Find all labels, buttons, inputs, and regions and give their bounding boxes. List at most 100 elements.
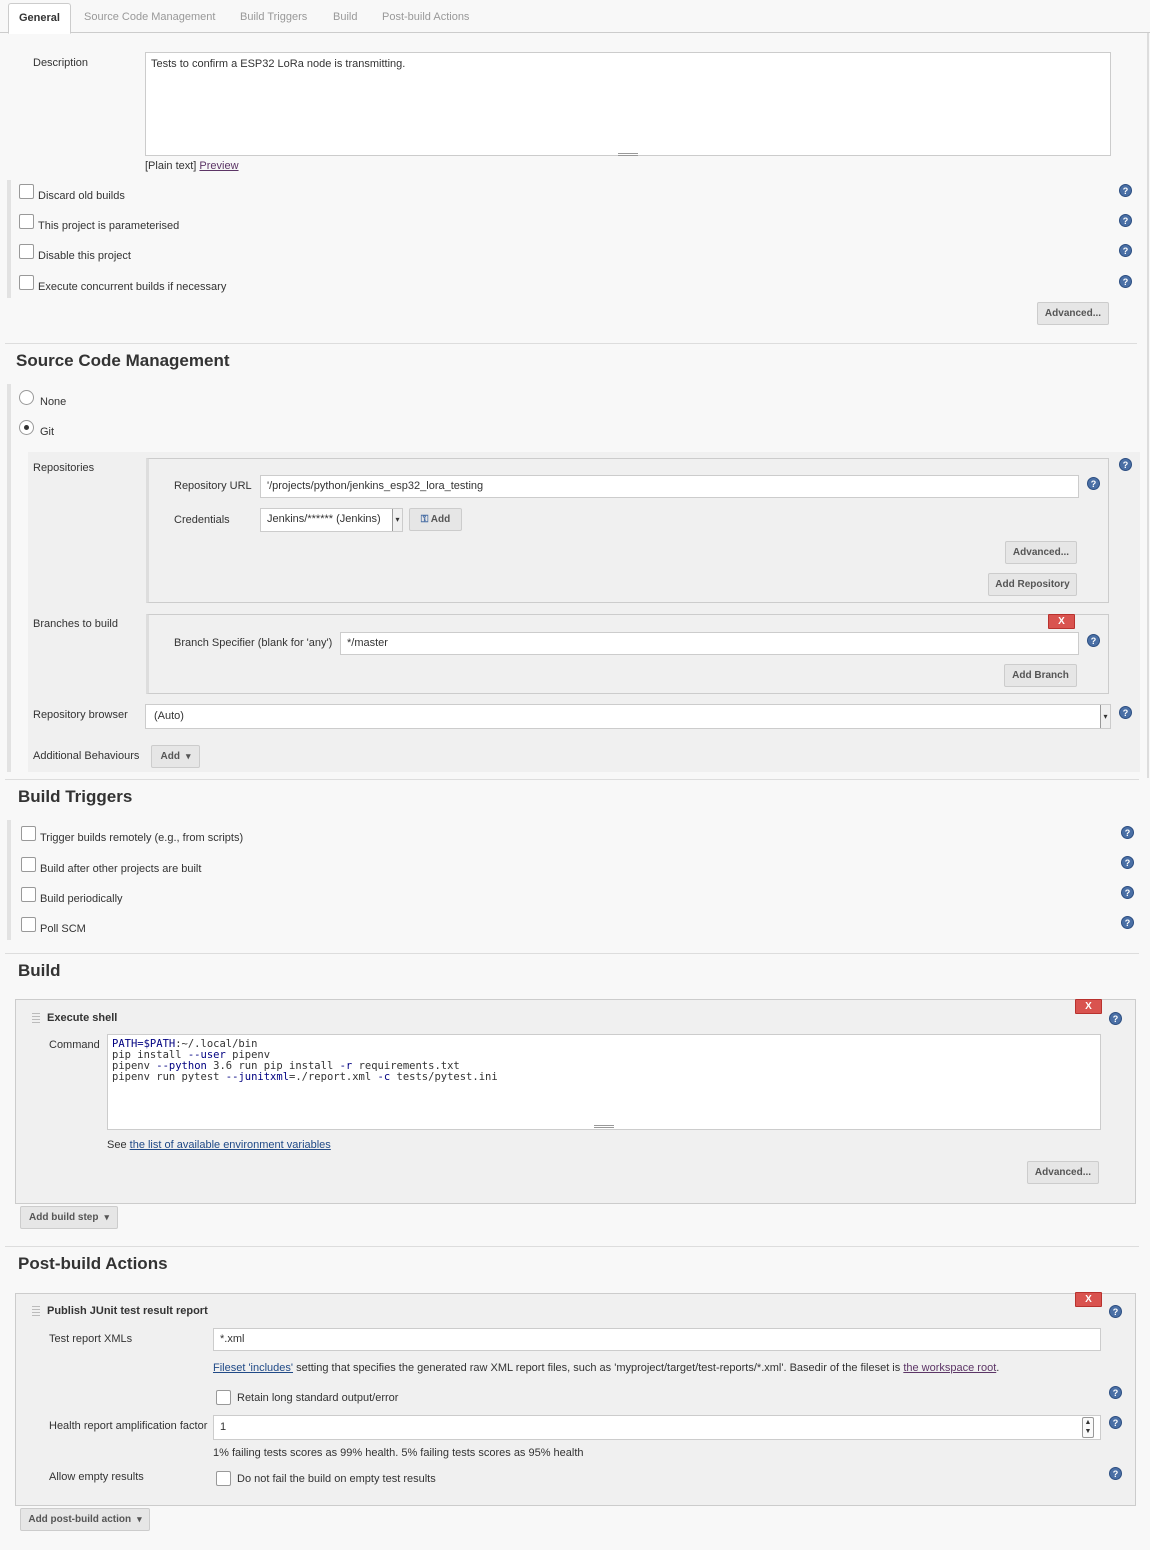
add-build-step-button[interactable]: Add build step [20, 1206, 118, 1229]
concurrent-builds-checkbox[interactable] [19, 275, 34, 290]
scm-git-label: Git [40, 426, 55, 438]
help-icon[interactable]: ? [1119, 706, 1132, 719]
add-behaviour-button[interactable]: Add [151, 745, 200, 768]
help-icon[interactable]: ? [1121, 916, 1134, 929]
preview-link[interactable]: Preview [199, 160, 238, 172]
divider [5, 953, 1139, 954]
concurrent-builds-label: Execute concurrent builds if necessary [38, 281, 227, 293]
general-options-bar [7, 180, 11, 298]
build-periodically-checkbox[interactable] [21, 887, 36, 902]
help-icon[interactable]: ? [1121, 886, 1134, 899]
divider [5, 343, 1137, 344]
build-advanced-button[interactable]: Advanced... [1027, 1161, 1099, 1184]
test-report-xmls-input[interactable]: *.xml [213, 1328, 1101, 1351]
tab-post-build-actions[interactable]: Post-build Actions [372, 3, 479, 33]
description-textarea[interactable]: Tests to confirm a ESP32 LoRa node is tr… [145, 52, 1111, 156]
health-factor-input[interactable]: 1 ▲ ▼ [213, 1415, 1101, 1440]
see-label: See [107, 1139, 127, 1151]
retain-output-checkbox[interactable] [216, 1390, 231, 1405]
build-after-label: Build after other projects are built [40, 863, 202, 875]
repository-url-label: Repository URL [174, 480, 252, 492]
credentials-label: Credentials [174, 514, 230, 526]
repositories-label: Repositories [33, 462, 95, 474]
page-scroll-rail [1147, 33, 1149, 778]
post-build-heading: Post-build Actions [18, 1254, 168, 1273]
scm-options-bar [7, 384, 11, 772]
help-icon[interactable]: ? [1119, 244, 1132, 257]
junit-title: Publish JUnit test result report [47, 1305, 208, 1317]
build-triggers-heading: Build Triggers [18, 787, 133, 806]
help-icon[interactable]: ? [1121, 826, 1134, 839]
disable-project-label: Disable this project [38, 250, 131, 262]
delete-build-step-button[interactable]: X [1075, 999, 1102, 1014]
help-icon[interactable]: ? [1109, 1467, 1122, 1480]
retain-output-label: Retain long standard output/error [237, 1392, 399, 1404]
env-vars-link[interactable]: the list of available environment variab… [130, 1139, 331, 1151]
scm-none-label: None [40, 396, 67, 408]
poll-scm-label: Poll SCM [40, 923, 86, 935]
tab-general[interactable]: General [8, 3, 71, 34]
allow-empty-checkbox[interactable] [216, 1471, 231, 1486]
add-credentials-button[interactable]: ⚿ Add [409, 508, 462, 531]
resize-grip-icon[interactable] [594, 1125, 614, 1128]
add-repository-button[interactable]: Add Repository [988, 573, 1077, 596]
help-icon[interactable]: ? [1119, 214, 1132, 227]
command-textarea[interactable]: PATH=$PATH:~/.local/bin pip install --us… [107, 1034, 1101, 1130]
general-advanced-button[interactable]: Advanced... [1037, 302, 1109, 325]
help-icon[interactable]: ? [1121, 856, 1134, 869]
help-icon[interactable]: ? [1119, 458, 1132, 471]
parameterised-checkbox[interactable] [19, 214, 34, 229]
build-heading: Build [18, 961, 61, 980]
scm-none-radio[interactable] [19, 390, 34, 405]
delete-branch-button[interactable]: X [1048, 614, 1075, 629]
help-icon[interactable]: ? [1087, 634, 1100, 647]
parameterised-label: This project is parameterised [38, 220, 180, 232]
command-code: PATH=$PATH:~/.local/bin pip install --us… [112, 1038, 498, 1083]
drag-handle-icon[interactable] [32, 1013, 40, 1025]
help-icon[interactable]: ? [1087, 477, 1100, 490]
chevron-down-icon: ▾ [1100, 705, 1110, 728]
add-post-build-action-button[interactable]: Add post-build action [20, 1508, 150, 1531]
credentials-select[interactable]: Jenkins/****** (Jenkins) ▾ [260, 508, 403, 532]
delete-post-action-button[interactable]: X [1075, 1292, 1102, 1307]
health-factor-value: 1 [220, 1421, 227, 1433]
help-icon[interactable]: ? [1109, 1305, 1122, 1318]
build-periodically-label: Build periodically [40, 893, 123, 905]
scm-heading: Source Code Management [16, 351, 230, 370]
help-icon[interactable]: ? [1109, 1386, 1122, 1399]
repository-browser-select[interactable]: (Auto) ▾ [145, 704, 1111, 729]
discard-old-builds-checkbox[interactable] [19, 184, 34, 199]
command-label: Command [49, 1039, 100, 1051]
spinner-icon[interactable]: ▲ ▼ [1082, 1417, 1094, 1438]
description-format: [Plain text] Preview [145, 160, 239, 172]
description-text: Tests to confirm a ESP32 LoRa node is tr… [151, 58, 406, 70]
tab-source-code-management[interactable]: Source Code Management [74, 3, 225, 33]
help-icon[interactable]: ? [1109, 1012, 1122, 1025]
fileset-hint-period: . [996, 1362, 1000, 1374]
health-factor-label: Health report amplification factor [49, 1420, 208, 1432]
branch-specifier-input[interactable]: */master [340, 632, 1079, 655]
repository-url-input[interactable]: '/projects/python/jenkins_esp32_lora_tes… [260, 475, 1079, 498]
fileset-hint: Fileset 'includes' setting that specifie… [213, 1362, 999, 1374]
help-icon[interactable]: ? [1109, 1416, 1122, 1429]
execute-shell-title: Execute shell [47, 1012, 118, 1024]
help-icon[interactable]: ? [1119, 184, 1132, 197]
branch-specifier-label: Branch Specifier (blank for 'any') [174, 637, 333, 649]
tab-build-triggers[interactable]: Build Triggers [230, 3, 317, 33]
trigger-remotely-checkbox[interactable] [21, 826, 36, 841]
discard-old-builds-label: Discard old builds [38, 190, 125, 202]
scm-git-radio[interactable] [19, 420, 34, 435]
tab-bar: General Source Code Management Build Tri… [0, 0, 1150, 34]
help-icon[interactable]: ? [1119, 275, 1132, 288]
fileset-includes-link[interactable]: Fileset 'includes' [213, 1362, 293, 1374]
add-branch-button[interactable]: Add Branch [1004, 664, 1077, 687]
credentials-value: Jenkins/****** (Jenkins) [267, 513, 381, 525]
tab-build[interactable]: Build [323, 3, 367, 33]
drag-handle-icon[interactable] [32, 1306, 40, 1318]
poll-scm-checkbox[interactable] [21, 917, 36, 932]
workspace-root-link[interactable]: the workspace root [903, 1362, 996, 1374]
resize-grip-icon[interactable] [618, 153, 638, 156]
repository-advanced-button[interactable]: Advanced... [1005, 541, 1077, 564]
disable-project-checkbox[interactable] [19, 244, 34, 259]
build-after-checkbox[interactable] [21, 857, 36, 872]
